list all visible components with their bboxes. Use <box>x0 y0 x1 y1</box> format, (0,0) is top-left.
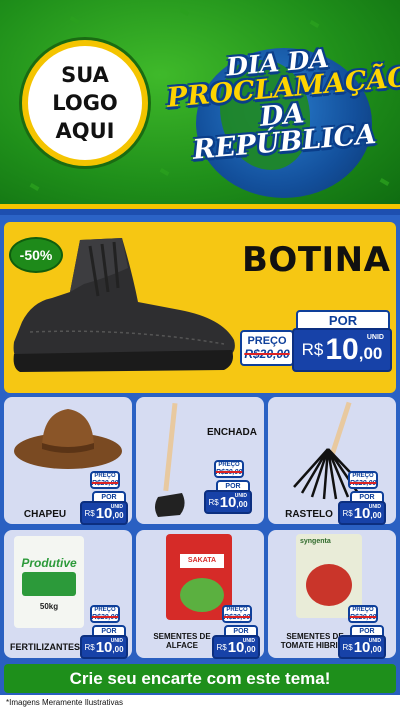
logo-text: SUA LOGO AQUI <box>52 63 118 143</box>
old-label: PREÇO <box>352 472 374 479</box>
product-name: ENCHADA <box>207 427 257 438</box>
unit: UNID <box>242 638 255 644</box>
unit: UNID <box>368 504 381 510</box>
product-name: RASTELO <box>285 509 333 520</box>
logo-placeholder: SUA LOGO AQUI <box>22 40 148 166</box>
unit: UNID <box>234 493 247 499</box>
old-price-box: PREÇO R$20,00 <box>348 471 378 489</box>
new-price: R$ 10,00 UNID <box>204 490 252 514</box>
price-cents: ,00 <box>370 510 382 520</box>
old-label: PREÇO <box>226 606 248 613</box>
old-label: PREÇO <box>218 461 240 468</box>
featured-old-price-box: PREÇO R$20,00 <box>240 330 294 366</box>
currency: R$ <box>208 497 219 507</box>
create-flyer-button[interactable]: Crie seu encarte com este tema! <box>4 664 396 693</box>
currency: R$ <box>216 642 227 652</box>
currency: R$ <box>84 642 95 652</box>
fertilizer-weight: 50kg <box>39 602 59 611</box>
old-price: R$20,00 <box>223 613 251 621</box>
disclaimer-note: *Imagens Meramente Ilustrativas <box>6 698 123 707</box>
old-price: R$20,00 <box>215 468 243 476</box>
new-price: R$ 10,00 UNID <box>80 501 128 525</box>
fertilizer-bag-image: Produtive 50kg <box>14 536 84 628</box>
product-name: SEMENTES DE ALFACE <box>153 632 211 651</box>
featured-currency: R$ <box>301 340 324 359</box>
old-price: R$20,00 <box>349 479 377 487</box>
old-price-box: PREÇO R$20,00 <box>90 471 120 489</box>
old-price-box: PREÇO R$20,00 <box>222 605 252 623</box>
featured-price-main: 10 <box>325 333 359 366</box>
old-price-box: PREÇO R$20,00 <box>214 460 244 478</box>
price-cents: ,00 <box>112 510 124 520</box>
featured-por-label: POR <box>296 310 390 330</box>
new-price: R$ 10,00 UNID <box>338 635 386 659</box>
hat-image <box>14 409 122 469</box>
price-cents: ,00 <box>236 499 248 509</box>
old-price-box: PREÇO R$20,00 <box>348 605 378 623</box>
campaign-title: DIA DA PROCLAMAÇÃO DA REPÚBLICA <box>164 40 400 166</box>
seed-brand: SAKATA <box>180 554 224 568</box>
featured-price-cents: ,00 <box>358 344 383 363</box>
currency: R$ <box>84 508 95 518</box>
featured-old-label: PREÇO <box>247 335 287 347</box>
seed-brand: syngenta <box>300 538 331 545</box>
old-label: PREÇO <box>94 472 116 479</box>
unit: UNID <box>110 638 123 644</box>
price-cents: ,00 <box>244 644 256 654</box>
old-label: PREÇO <box>94 606 116 613</box>
currency: R$ <box>342 642 353 652</box>
fertilizer-brand: Produtive <box>21 556 77 570</box>
old-label: PREÇO <box>352 606 374 613</box>
old-price-box: PREÇO R$20,00 <box>90 605 120 623</box>
unit: UNID <box>110 504 123 510</box>
old-price: R$20,00 <box>91 613 119 621</box>
featured-old-price: R$20,00 <box>244 347 290 361</box>
old-price: R$20,00 <box>91 479 119 487</box>
product-name: CHAPEU <box>23 509 67 520</box>
featured-product-name: BOTINA <box>242 240 391 280</box>
unit: UNID <box>368 638 381 644</box>
new-price: R$ 10,00 UNID <box>338 501 386 525</box>
price-cents: ,00 <box>112 644 124 654</box>
product-name: FERTILIZANTES <box>10 642 80 652</box>
price-cents: ,00 <box>370 644 382 654</box>
new-price: R$ 10,00 UNID <box>80 635 128 659</box>
discount-badge: -50% <box>9 237 63 273</box>
currency: R$ <box>342 508 353 518</box>
new-price: R$ 10,00 UNID <box>212 635 260 659</box>
old-price: R$20,00 <box>349 613 377 621</box>
hoe-image <box>155 403 185 517</box>
featured-new-price: R$ 10 ,00 UNID <box>292 328 392 372</box>
featured-unit: UNID <box>366 334 384 341</box>
